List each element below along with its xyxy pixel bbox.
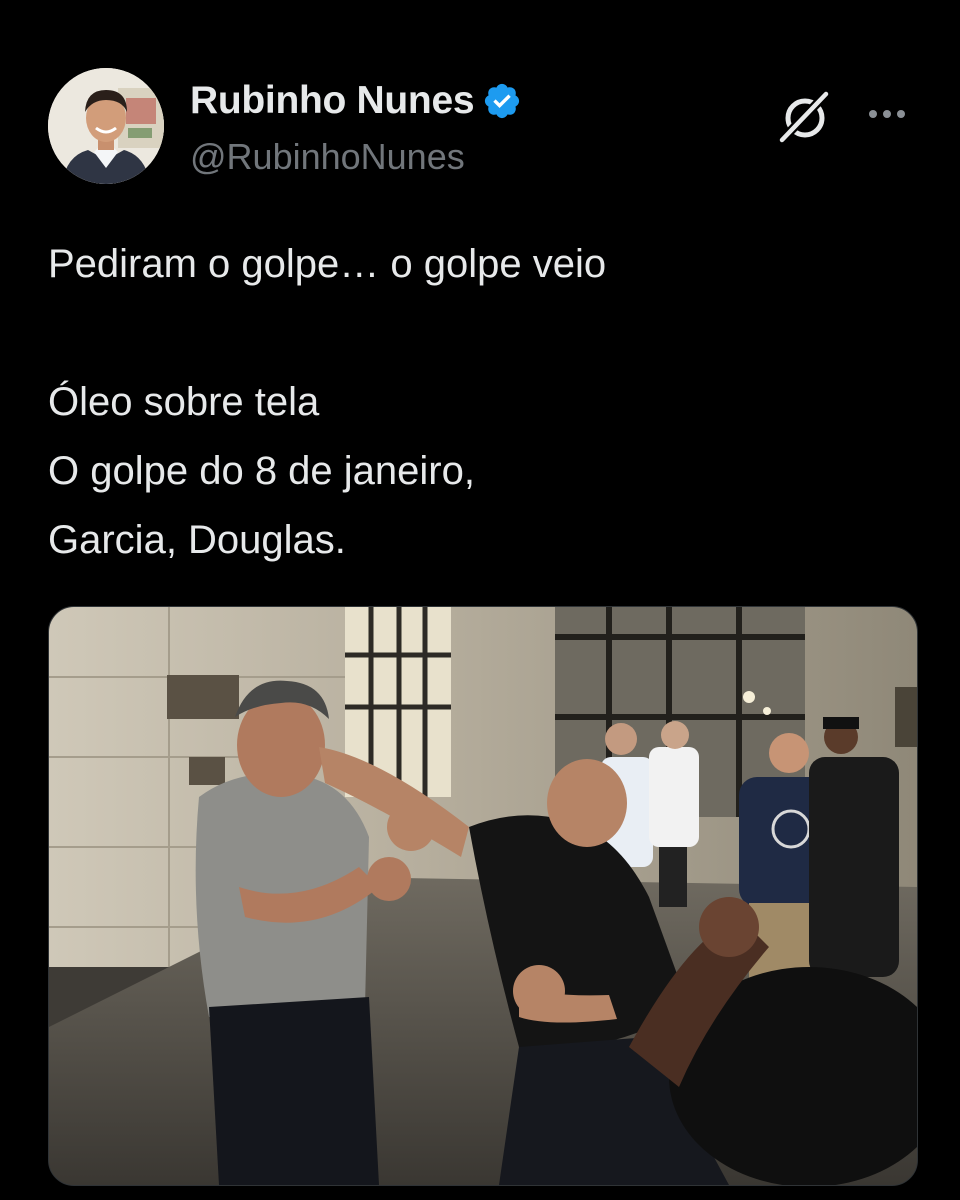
author-name-row: Rubinho Nunes — [190, 76, 522, 126]
tweet-text-line: Pediram o golpe… o golpe veio — [48, 242, 607, 286]
grok-icon[interactable] — [776, 88, 834, 146]
tweet: Rubinho Nunes @RubinhoNunes Pediram o go… — [0, 0, 960, 1200]
verified-badge-icon — [482, 81, 522, 121]
tweet-text-line: O golpe do 8 de janeiro, — [48, 449, 475, 493]
tweet-media-photo[interactable] — [48, 606, 918, 1186]
author-display-name[interactable]: Rubinho Nunes — [190, 79, 475, 123]
author-handle[interactable]: @RubinhoNunes — [190, 136, 465, 178]
tweet-text: Pediram o golpe… o golpe veio Óleo sobre… — [48, 230, 908, 575]
tweet-text-line: Garcia, Douglas. — [48, 518, 346, 562]
avatar[interactable] — [48, 68, 164, 184]
tweet-text-line: Óleo sobre tela — [48, 380, 320, 424]
tweet-text-line — [48, 299, 908, 368]
more-options-icon[interactable] — [862, 96, 912, 132]
